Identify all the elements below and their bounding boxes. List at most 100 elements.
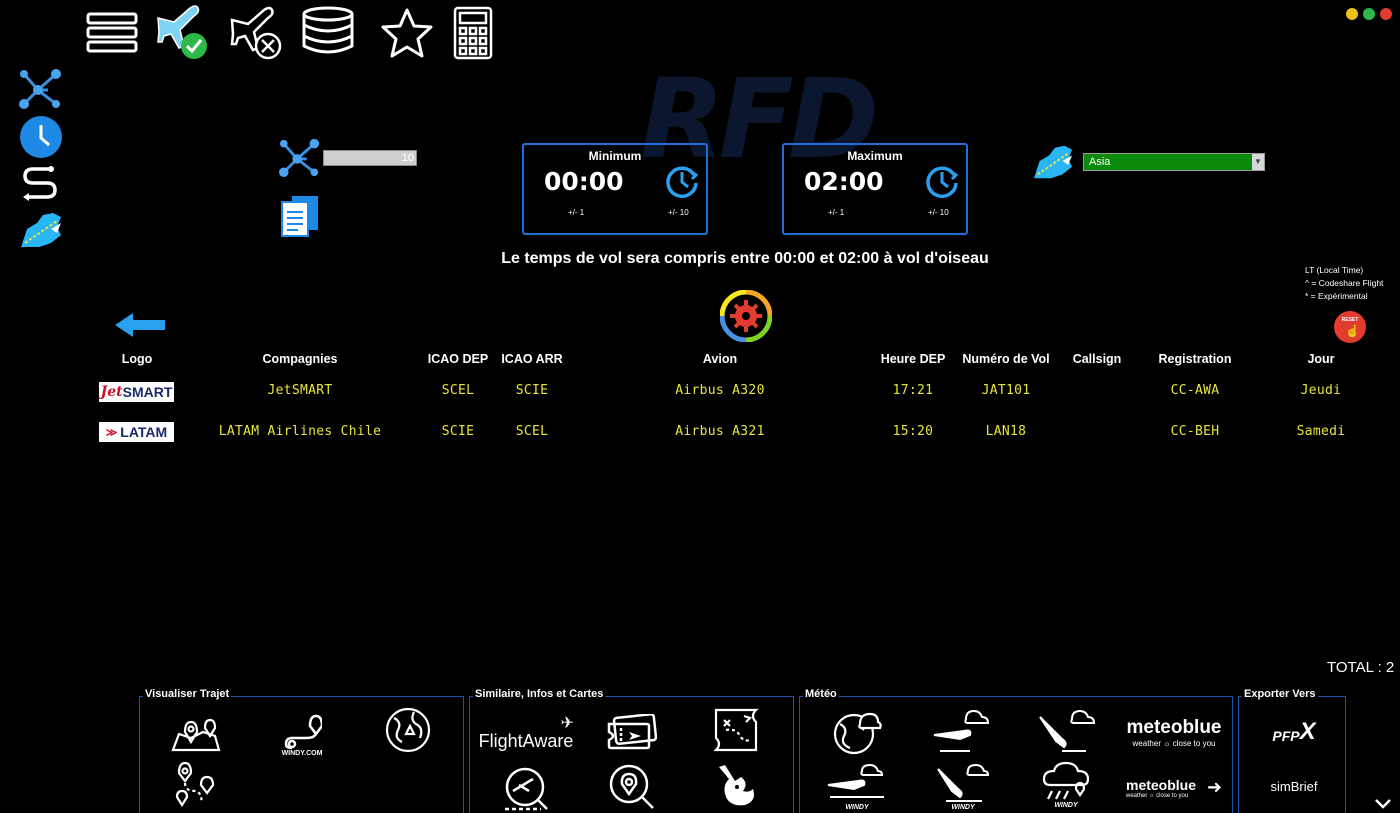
landing-weather-icon[interactable]	[1032, 707, 1102, 757]
arrow-right-icon: ➜	[1206, 777, 1222, 797]
table-row-2-icao-dep[interactable]: SCIE	[420, 424, 496, 439]
group-title-trajet: Visualiser Trajet	[143, 688, 232, 700]
table-row-1-registration[interactable]: CC-AWA	[1146, 383, 1244, 398]
meteoblue-button[interactable]: meteoblue weather ☼ close to you	[1122, 707, 1226, 757]
star-icon[interactable]	[378, 6, 436, 60]
maximize-button[interactable]	[1363, 8, 1375, 20]
menu-icon[interactable]	[84, 10, 140, 56]
plane-cancel-icon[interactable]	[228, 6, 284, 60]
pfpx-export-button[interactable]: PFP X	[1259, 707, 1329, 757]
table-row-2-dep-time[interactable]: 15:20	[868, 424, 958, 439]
col-header-registration: Registration	[1158, 352, 1232, 366]
col-header-logo: Logo	[121, 352, 153, 366]
chevron-down-icon[interactable]: ▼	[1252, 154, 1264, 170]
logo-jetsmart-part-a: Jet	[100, 384, 123, 400]
close-button[interactable]	[1380, 8, 1392, 20]
calculator-icon[interactable]	[452, 6, 494, 60]
simbrief-export-button[interactable]: simBrief	[1259, 761, 1329, 811]
maximum-time-panel: Maximum 02:00 +/- 1 +/- 10	[782, 143, 968, 235]
group-meteo: Météo meteoblue weather ☼ close to you W…	[799, 688, 1233, 813]
minimum-label: Minimum	[588, 149, 642, 163]
airline-region-icon[interactable]	[16, 208, 66, 252]
minimum-step-1[interactable]: +/- 1	[568, 208, 584, 217]
group-title-export: Exporter Vers	[1242, 688, 1318, 700]
table-row-1-icao-dep[interactable]: SCEL	[420, 383, 496, 398]
path-icon[interactable]	[18, 166, 64, 202]
col-header-day: Jour	[1307, 352, 1335, 366]
meteoblue-route-button[interactable]: meteoblue weather ☼ close to you ➜	[1122, 763, 1226, 813]
documents-icon[interactable]	[278, 194, 322, 238]
maximum-step-1[interactable]: +/- 1	[828, 208, 844, 217]
maximum-label: Maximum	[847, 149, 903, 163]
windy-rain-icon[interactable]: WINDY	[1036, 759, 1096, 809]
weather-globe-icon[interactable]	[826, 707, 886, 757]
group-visualiser-trajet: Visualiser Trajet WINDY.COM	[139, 688, 464, 813]
table-row-2-company[interactable]: LATAM Airlines Chile	[200, 424, 400, 439]
table-row-2-icao-arr[interactable]: SCEL	[494, 424, 570, 439]
table-row-1-aircraft[interactable]: Airbus A320	[640, 383, 800, 398]
scroll-down-chevron-icon[interactable]	[1372, 796, 1394, 812]
settings-gear-icon[interactable]	[720, 290, 772, 342]
col-header-company: Compagnies	[262, 352, 338, 366]
windy-label-takeoff: WINDY	[845, 804, 869, 811]
minimum-time: 00:00	[544, 167, 624, 196]
table-row-1-icao-arr[interactable]: SCIE	[494, 383, 570, 398]
logo-latam-text: LATAM	[120, 424, 168, 440]
fox-icon[interactable]	[706, 761, 766, 811]
group-title-similaire: Similaire, Infos et Cartes	[473, 688, 606, 700]
flightaware-plane-icon: ✈	[560, 715, 574, 732]
reset-button[interactable]: RESET ☝	[1333, 310, 1367, 344]
flight-time-summary: Le temps de vol sera compris entre 00:00…	[501, 250, 989, 267]
database-icon[interactable]	[300, 6, 356, 54]
minimum-time-panel: Minimum 00:00 +/- 1 +/- 10	[522, 143, 708, 235]
minimum-adjust-clock-icon[interactable]	[664, 163, 700, 199]
flightaware-button[interactable]: FlightAware ✈	[474, 709, 578, 759]
col-header-aircraft: Avion	[702, 352, 738, 366]
table-row-2-aircraft[interactable]: Airbus A321	[640, 424, 800, 439]
maximum-adjust-clock-icon[interactable]	[924, 163, 960, 199]
windy-label-rain: WINDY	[1054, 802, 1078, 809]
hand-pointer-icon: ☝	[1345, 324, 1360, 338]
location-search-icon[interactable]	[602, 761, 662, 811]
logo-jetsmart-part-b: SMART	[122, 384, 173, 400]
table-row-2-day[interactable]: Samedi	[1286, 424, 1356, 439]
table-row-2-flight-number[interactable]: LAN18	[954, 424, 1058, 439]
map-route-icon[interactable]	[166, 707, 226, 757]
globe-route-icon[interactable]	[378, 705, 438, 755]
meteoblue-route-tagline: weather ☼ close to you	[1126, 793, 1189, 799]
windy-route-icon[interactable]: WINDY.COM	[272, 707, 332, 757]
region-select[interactable]: Asia ▼	[1083, 153, 1265, 171]
pin-path-icon[interactable]	[166, 759, 226, 809]
windy-takeoff-icon[interactable]: WINDY	[822, 761, 892, 811]
maximum-time: 02:00	[804, 167, 884, 196]
route-network-icon[interactable]	[18, 66, 64, 110]
table-row-1-dep-time[interactable]: 17:21	[868, 383, 958, 398]
col-header-icao-arr: ICAO ARR	[501, 352, 563, 366]
ticket-icon[interactable]	[602, 707, 662, 757]
windy-label-landing: WINDY	[951, 804, 975, 811]
back-arrow-icon[interactable]	[112, 310, 168, 340]
table-row-1-company[interactable]: JetSMART	[220, 383, 380, 398]
group-title-meteo: Météo	[803, 688, 839, 700]
region-airline-icon	[1030, 142, 1076, 182]
treasure-map-icon[interactable]	[706, 705, 766, 755]
meteoblue-tagline: weather ☼ close to you	[1132, 738, 1216, 748]
region-selected-value: Asia	[1089, 156, 1111, 168]
maximum-step-10[interactable]: +/- 10	[928, 208, 949, 217]
simbrief-label: simBrief	[1270, 778, 1318, 794]
plane-check-icon[interactable]	[154, 4, 212, 60]
col-header-dep-time: Heure DEP	[880, 352, 946, 366]
table-row-1-day[interactable]: Jeudi	[1286, 383, 1356, 398]
windy-landing-icon[interactable]: WINDY	[928, 761, 998, 811]
clock-icon[interactable]	[18, 114, 64, 160]
table-row-2-registration[interactable]: CC-BEH	[1146, 424, 1244, 439]
minimum-step-10[interactable]: +/- 10	[668, 208, 689, 217]
meteoblue-label: meteoblue	[1126, 716, 1222, 738]
range-value-field[interactable]: 10	[323, 150, 417, 166]
flight-search-icon[interactable]	[496, 763, 556, 813]
takeoff-weather-icon[interactable]	[928, 707, 998, 757]
latam-mark-icon: ≫	[105, 426, 118, 439]
table-row-1-flight-number[interactable]: JAT101	[954, 383, 1058, 398]
minimize-button[interactable]	[1346, 8, 1358, 20]
flightaware-label: FlightAware	[478, 730, 574, 751]
